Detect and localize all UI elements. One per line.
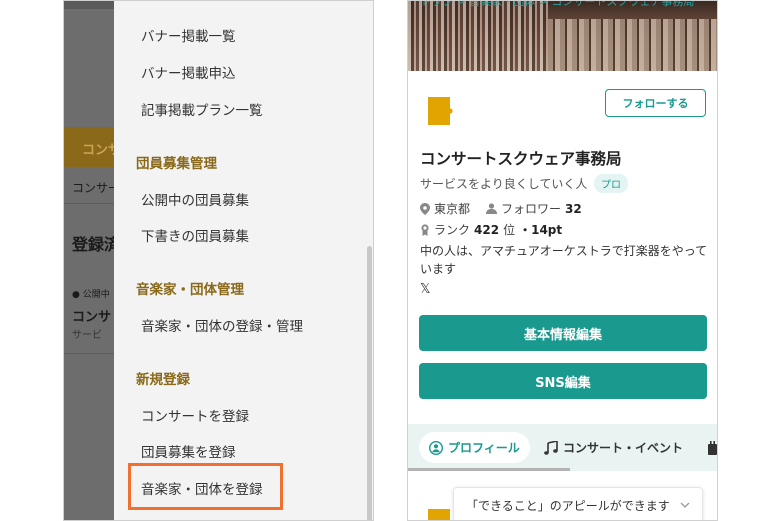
follow-button[interactable]: フォローする bbox=[605, 89, 706, 117]
dimmed-concert-bar: コンサ bbox=[64, 127, 114, 167]
hero-concert-image bbox=[408, 1, 717, 71]
dimmed-divider bbox=[64, 353, 114, 354]
tab-profile-label: プロフィール bbox=[448, 441, 520, 455]
dimmed-status: ● 公開中 bbox=[72, 290, 110, 300]
person-icon bbox=[486, 203, 498, 214]
rank-label: ランク bbox=[434, 223, 471, 237]
chevron-down-icon bbox=[680, 502, 690, 508]
breadcrumb[interactable]: トップ > 音楽家・団体 > コンサートスクウェア事務局 bbox=[420, 1, 694, 9]
instrument-icon bbox=[708, 440, 717, 455]
highlight-annotation-box bbox=[128, 463, 283, 510]
section-musician-manage: 音楽家・団体管理 bbox=[136, 282, 244, 298]
tab-scroll-indicator bbox=[408, 468, 570, 471]
drawer-item-register-concert[interactable]: コンサートを登録 bbox=[141, 405, 249, 425]
dimmed-card-title: コンサ bbox=[72, 310, 112, 325]
drawer-item-article-plans[interactable]: 記事掲載プラン一覧 bbox=[141, 99, 263, 119]
tab-profile[interactable]: プロフィール bbox=[419, 432, 530, 463]
tab-concert-event[interactable]: コンサート・イベント bbox=[544, 432, 683, 463]
location-follower-row: 東京都 フォロワー 32 bbox=[420, 200, 582, 217]
rank-unit: 位 bbox=[503, 223, 516, 237]
location-text: 東京都 bbox=[434, 202, 471, 216]
location-pin-icon bbox=[420, 202, 430, 215]
org-bio: 中の人は、アマチュアオーケストラで打楽器をやっています bbox=[420, 244, 708, 276]
appeal-dropdown[interactable]: 「できること」のアピールができます bbox=[453, 487, 703, 520]
followers-label: フォロワー bbox=[501, 202, 562, 216]
tab-concert-label: コンサート・イベント bbox=[563, 441, 684, 455]
org-logo-peek bbox=[428, 509, 450, 520]
edit-basic-info-button[interactable]: 基本情報編集 bbox=[419, 315, 707, 351]
section-member-recruit: 団員募集管理 bbox=[136, 156, 217, 172]
dimmed-concert-label: コンサー bbox=[72, 181, 116, 195]
dimmed-divider bbox=[64, 203, 114, 204]
user-circle-icon bbox=[429, 440, 443, 455]
drawer-item-cut-off[interactable] bbox=[141, 1, 145, 11]
dimmed-registered-title: 登録済 bbox=[72, 235, 116, 254]
pro-badge: プロ bbox=[594, 174, 628, 193]
x-twitter-icon[interactable]: 𝕏 bbox=[420, 282, 430, 297]
drawer-item-published-recruits[interactable]: 公開中の団員募集 bbox=[141, 189, 249, 209]
profile-tabs: プロフィール コンサート・イベント bbox=[408, 424, 717, 471]
appeal-dropdown-label: 「できること」のアピールができます bbox=[466, 498, 670, 513]
side-drawer-menu: バナー掲載一覧 バナー掲載申込 記事掲載プラン一覧 団員募集管理 公開中の団員募… bbox=[114, 1, 373, 520]
org-logo-icon bbox=[428, 97, 458, 125]
dimmed-background[interactable] bbox=[64, 11, 114, 520]
dimmed-card-sub: サービ bbox=[72, 330, 102, 341]
drawer-item-musician-manage[interactable]: 音楽家・団体の登録・管理 bbox=[141, 315, 303, 335]
followers-count[interactable]: 32 bbox=[565, 202, 582, 216]
edit-sns-button[interactable]: SNS編集 bbox=[419, 363, 707, 399]
left-phone-screenshot: コンサ コンサー 登録済 ● 公開中 コンサ サービ バナー掲載一覧 バナー掲載… bbox=[63, 0, 374, 521]
section-new-register: 新規登録 bbox=[136, 372, 190, 388]
org-name: コンサートスクウェア事務局 bbox=[420, 150, 622, 168]
tab-next-cut-off[interactable] bbox=[708, 432, 717, 463]
right-phone-screenshot: トップ > 音楽家・団体 > コンサートスクウェア事務局 フォローする コンサー… bbox=[407, 0, 718, 521]
drawer-item-banner-apply[interactable]: バナー掲載申込 bbox=[141, 62, 236, 82]
rank-value: 422 bbox=[474, 222, 500, 237]
music-note-icon bbox=[544, 440, 558, 455]
drawer-item-register-recruit[interactable]: 団員募集を登録 bbox=[141, 441, 236, 461]
drawer-item-banner-list[interactable]: バナー掲載一覧 bbox=[141, 25, 236, 45]
org-tagline: サービスをより良くしていく人 bbox=[420, 177, 588, 191]
rank-row: ランク 422 位 ・14pt bbox=[420, 221, 562, 238]
drawer-scrollbar[interactable] bbox=[367, 246, 372, 520]
drawer-item-draft-recruits[interactable]: 下書きの団員募集 bbox=[141, 225, 249, 245]
points-value: ・14pt bbox=[519, 223, 563, 237]
rank-medal-icon bbox=[421, 223, 429, 236]
